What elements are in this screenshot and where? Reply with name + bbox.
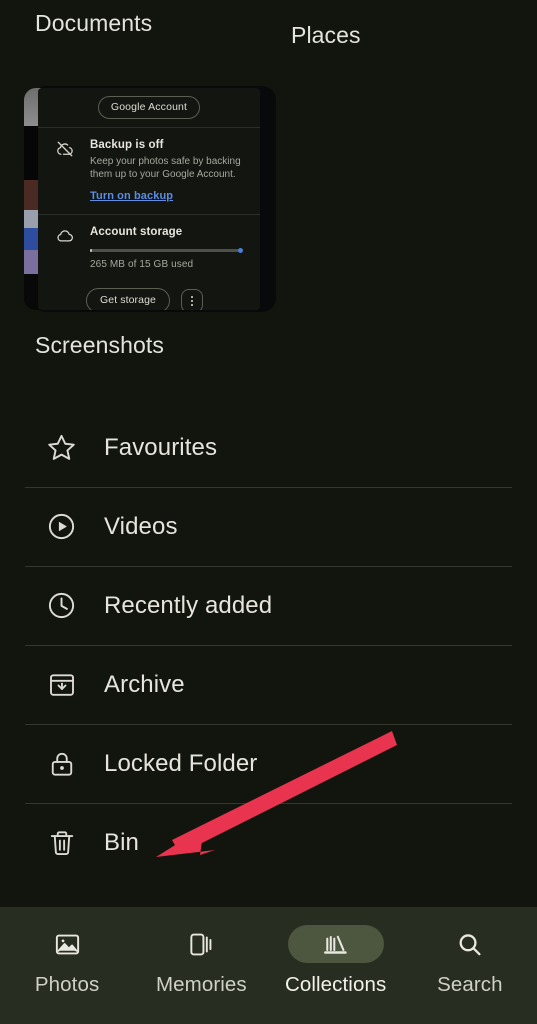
storage-usage-text: 265 MB of 15 GB used [90, 259, 194, 270]
section-heading-documents[interactable]: Documents [35, 10, 152, 37]
list-item-favourites[interactable]: Favourites [0, 408, 537, 487]
card-action-row: Get storage [38, 280, 260, 310]
list-item-label: Bin [104, 828, 139, 856]
backup-section: Backup is off Keep your photos safe by b… [38, 128, 260, 214]
google-account-chip[interactable]: Google Account [97, 96, 201, 119]
storage-progress-knob [238, 248, 243, 253]
nav-item-memories[interactable]: Memories [134, 925, 268, 997]
archive-icon [45, 668, 78, 701]
nav-item-label: Collections [284, 973, 387, 996]
cloud-off-icon [56, 140, 74, 158]
section-heading-screenshots[interactable]: Screenshots [35, 332, 164, 359]
nav-item-label: Photos [34, 973, 100, 996]
account-storage-card: Google Account Backup is off Keep your p… [38, 88, 260, 310]
list-item-label: Favourites [104, 433, 218, 461]
list-item-locked-folder[interactable]: Locked Folder [0, 724, 537, 803]
nav-item-label: Search [437, 973, 503, 996]
list-item-label: Archive [104, 670, 185, 698]
nav-item-photos[interactable]: Photos [0, 925, 134, 997]
list-item-archive[interactable]: Archive [0, 645, 537, 724]
nav-item-search[interactable]: Search [403, 925, 537, 997]
star-icon [45, 431, 78, 464]
nav-item-collections[interactable]: Collections [269, 925, 403, 997]
memories-icon [153, 925, 249, 963]
photo-icon [19, 925, 115, 963]
account-storage-title: Account storage [90, 226, 183, 238]
account-storage-section: Account storage 265 MB of 15 GB used [38, 215, 260, 280]
section-headings: Documents Places [0, 0, 537, 78]
nav-item-label: Memories [155, 973, 247, 996]
list-item-bin[interactable]: Bin [0, 803, 537, 882]
turn-on-backup-link[interactable]: Turn on backup [90, 190, 173, 202]
list-item-label: Recently added [104, 591, 273, 619]
play-circle-icon [45, 510, 78, 543]
cloud-icon [56, 227, 74, 245]
more-vertical-icon[interactable] [180, 288, 203, 310]
list-item-label: Videos [104, 512, 178, 540]
collections-list: Favourites Videos Recently added Archive… [0, 408, 537, 882]
app-screen: Documents Places Google Account Backup i… [0, 0, 537, 1024]
get-storage-button[interactable]: Get storage [86, 288, 170, 310]
section-heading-places[interactable]: Places [291, 22, 361, 49]
trash-icon [45, 826, 78, 859]
search-icon [422, 925, 518, 963]
list-item-label: Locked Folder [104, 749, 258, 777]
storage-progress-bar [90, 248, 243, 253]
storage-progress-fill [90, 249, 92, 252]
account-card-stack: Google Account Backup is off Keep your p… [20, 86, 276, 312]
list-item-recently-added[interactable]: Recently added [0, 566, 537, 645]
collections-icon [287, 925, 384, 963]
list-item-videos[interactable]: Videos [0, 487, 537, 566]
card-header: Google Account [38, 88, 260, 127]
backup-description: Keep your photos safe by backing them up… [90, 156, 241, 180]
lock-icon [45, 747, 78, 780]
backup-title: Backup is off [90, 139, 164, 151]
bottom-navigation-bar: Photos Memories Collections Search [0, 907, 537, 1024]
clock-icon [45, 589, 78, 622]
